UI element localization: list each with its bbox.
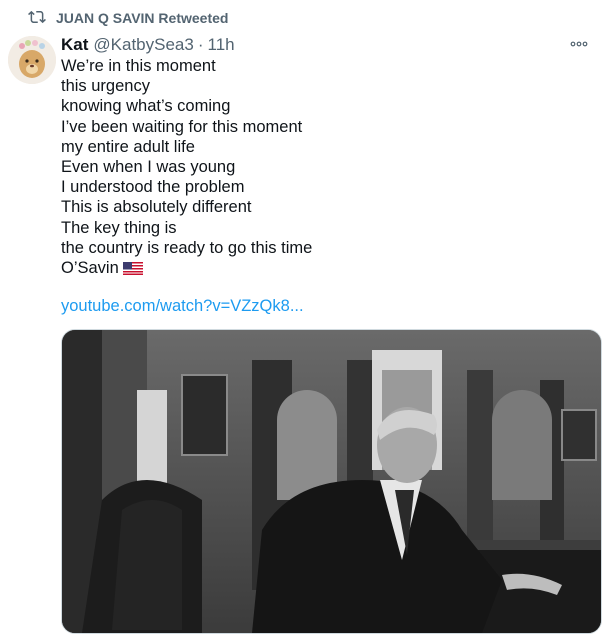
avatar[interactable] <box>8 36 56 84</box>
timestamp[interactable]: 11h <box>208 35 235 55</box>
tweet-header: Kat @KatbySea3 · 11h <box>61 34 586 56</box>
tweet-line: the country is ready to go this time <box>61 238 313 257</box>
tweet-line: I’ve been waiting for this moment <box>61 117 303 136</box>
author-handle[interactable]: @KatbySea3 <box>93 35 193 55</box>
tweet-line-last: O’Savin <box>61 258 581 280</box>
tweet-line: The key thing is <box>61 218 177 237</box>
tweet-line: This is absolutely different <box>61 198 252 217</box>
retweet-banner[interactable]: JUAN Q SAVIN Retweeted <box>28 8 228 28</box>
tweet-text: We’re in this moment this urgency knowin… <box>61 56 581 280</box>
us-flag-icon <box>122 260 143 280</box>
tweet-line: knowing what’s coming <box>61 97 231 116</box>
tweet-link[interactable]: youtube.com/watch?v=VZzQk8... <box>61 297 304 316</box>
tweet-line: Even when I was young <box>61 158 236 177</box>
retweet-icon <box>28 8 46 29</box>
author-name[interactable]: Kat <box>61 35 88 55</box>
tweet-line: my entire adult life <box>61 137 195 156</box>
retweet-label: JUAN Q SAVIN Retweeted <box>56 10 229 26</box>
tweet-line-text: O’Savin <box>61 259 119 278</box>
separator-dot: · <box>197 35 204 54</box>
tweet-photo[interactable] <box>61 329 602 634</box>
tweet-line: We’re in this moment <box>61 57 216 75</box>
tweet-line: this urgency <box>61 77 150 96</box>
more-options-icon[interactable] <box>566 34 592 54</box>
tweet-line: I understood the problem <box>61 178 245 197</box>
